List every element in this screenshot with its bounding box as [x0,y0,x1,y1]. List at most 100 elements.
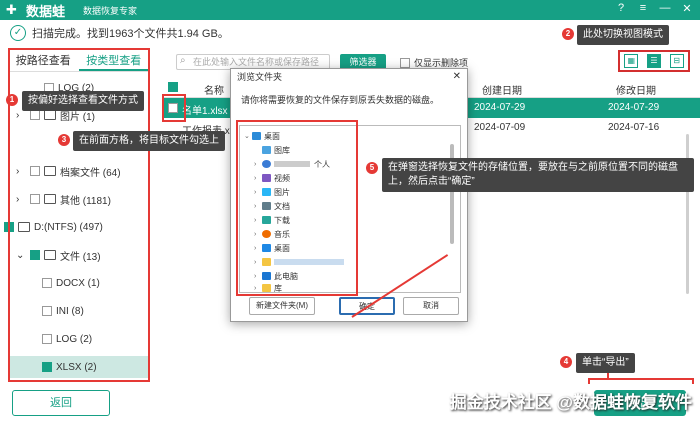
list-view-icon[interactable]: ☰ [646,54,661,68]
picture-icon [262,188,271,196]
step-badge: 3 [58,134,70,146]
folder-item-desktop-2[interactable]: › 桌面 [254,242,290,254]
gallery-icon [262,146,271,154]
chevron-down-icon[interactable]: ⌄ [16,250,26,261]
tree-item-label: LOG (2) [56,333,93,345]
folder-item-downloads[interactable]: › 下载 [254,214,290,226]
close-icon[interactable]: ✕ [453,69,461,85]
checkbox[interactable] [42,278,52,288]
folder-item-library[interactable]: › 库 [254,282,282,294]
tree-item-xlsx[interactable]: XLSX (2) [42,358,97,376]
checkbox[interactable] [30,166,40,176]
folder-label: 库 [274,283,282,293]
blurred-folder-name [274,259,344,265]
tree-item-drive-d[interactable]: D:(NTFS) (497) [4,218,103,236]
cancel-button[interactable]: 取消 [403,297,459,315]
select-all-checkbox[interactable] [168,82,178,92]
callout-step-4: 单击“导出” [576,353,635,373]
folder-label: 下载 [274,215,290,225]
checkbox[interactable] [400,57,410,68]
chevron-right-icon[interactable]: › [16,110,26,121]
tree-item-archive[interactable]: › 档案文件 (64) [16,162,121,180]
step-badge: 5 [366,162,378,174]
desktop-icon [262,244,271,252]
folder-label: 视频 [274,173,290,183]
checkbox[interactable] [30,194,40,204]
folder-item-desktop[interactable]: ⌄ 桌面 [244,130,280,142]
archive-icon [44,166,56,176]
col-modified[interactable]: 修改日期 [616,82,656,97]
title-bar: ✚ 数据蛙 数据恢复专家 ? ≡ — ✕ [0,0,700,20]
back-button[interactable]: 返回 [12,390,110,416]
step-badge: 1 [6,94,18,106]
checkbox[interactable] [30,110,40,120]
tree-item-label: DOCX (1) [56,277,100,289]
created-date: 2024-07-29 [474,102,526,113]
folder-icon [262,258,271,266]
minimize-icon[interactable]: — [658,2,672,15]
music-icon [262,230,271,238]
chevron-right-icon[interactable]: › [16,166,26,177]
checkbox[interactable] [30,250,40,260]
folder-label: 个人 [314,159,330,169]
folder-label: 图库 [274,145,290,155]
blurred-username [274,161,310,167]
folder-item-pictures[interactable]: › 图片 [254,186,290,198]
chevron-right-icon[interactable]: › [16,194,26,205]
tree-item-label: 其他 (1181) [60,195,111,207]
tree-item-docx[interactable]: DOCX (1) [42,274,100,292]
close-icon[interactable]: ✕ [680,2,694,15]
col-created[interactable]: 创建日期 [482,82,522,97]
folder-icon [44,250,56,260]
folder-label: 桌面 [274,243,290,253]
step-badge: 4 [560,356,572,368]
check-circle-icon: ✓ [10,25,26,41]
grid-view-icon[interactable]: ▦ [624,54,639,68]
app-subtitle: 数据恢复专家 [83,5,138,16]
folder-item-personal[interactable]: › 个人 [254,158,330,170]
tree-item-label: INI (8) [56,305,84,317]
tree-item-log-2[interactable]: LOG (2) [42,330,92,348]
folder-item-blurred[interactable]: › [254,256,344,268]
image-icon [44,110,56,120]
dialog-title: 浏览文件夹 [237,72,283,82]
row-checkbox[interactable] [168,103,178,113]
dialog-title-bar: 浏览文件夹 ✕ [231,69,467,85]
scan-status-text: 扫描完成。找到1963个文件共1.94 GB。 [32,28,229,40]
document-icon [262,202,271,210]
checkbox[interactable] [42,306,52,316]
created-date: 2024-07-09 [474,122,526,133]
folder-item-music[interactable]: › 音乐 [254,228,290,240]
dialog-description: 请你将需要恢复的文件保存到原丢失数据的磁盘。 [241,95,440,105]
view-mode-switch: ▦ ☰ ⊟ [618,50,690,72]
view-mode-tabs: 按路径查看 按类型查看 [8,50,149,72]
modified-date: 2024-07-16 [608,122,660,133]
desktop-icon [252,132,261,140]
window-controls: ? ≡ — ✕ [614,2,694,15]
folder-item-gallery[interactable]: 图库 [254,144,290,156]
menu-icon[interactable]: ≡ [636,2,650,15]
checkbox[interactable] [42,362,52,372]
folder-item-videos[interactable]: › 视频 [254,172,290,184]
callout-step-5: 在弹窗选择恢复文件的存储位置，要放在与之前原位置不同的磁盘上，然后点击“确定” [382,158,694,192]
tab-by-type[interactable]: 按类型查看 [78,50,149,71]
bottom-bar: 返回 导出 掘金技术社区 @数据蛙恢复软件 [0,384,700,424]
tab-by-path[interactable]: 按路径查看 [8,50,79,71]
new-folder-button[interactable]: 新建文件夹(M) [249,297,315,315]
callout-step-2: 此处切换视图模式 [577,25,669,45]
folder-label: 桌面 [264,131,280,141]
folder-item-this-pc[interactable]: › 此电脑 [254,270,298,282]
folder-item-documents[interactable]: › 文档 [254,200,290,212]
callout-step-3: 在前面方格，将目标文件勾选上 [73,131,225,151]
col-name[interactable]: 名称 [204,82,224,97]
tree-item-ini[interactable]: INI (8) [42,302,84,320]
detail-view-icon[interactable]: ⊟ [669,54,684,68]
folder-label: 图片 [274,187,290,197]
step-badge: 2 [562,28,574,40]
callout-step-1: 按偏好选择查看文件方式 [22,91,144,111]
checkbox[interactable] [4,222,14,232]
checkbox[interactable] [42,334,52,344]
tree-item-documents[interactable]: ⌄ 文件 (13) [16,246,101,264]
help-icon[interactable]: ? [614,2,628,15]
tree-item-other[interactable]: › 其他 (1181) [16,190,111,208]
